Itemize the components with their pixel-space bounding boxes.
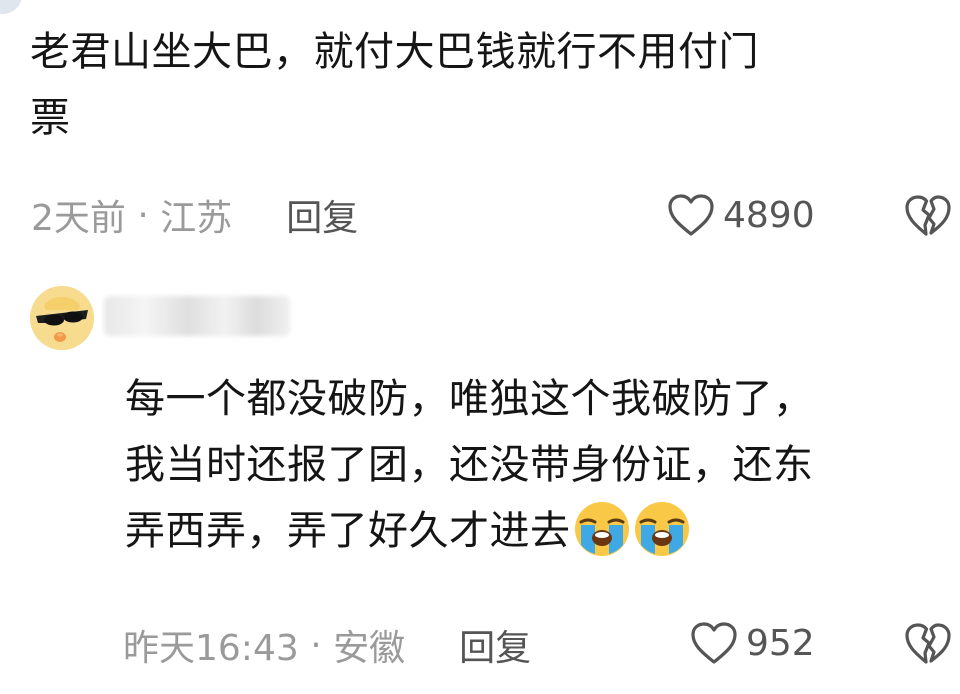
comment-1-line-1: 老君山坐大巴，就付大巴钱就行不用付门 (30, 29, 759, 75)
comment-1-like-button[interactable]: 4890 (667, 192, 815, 238)
comment-2-line-2: 我当时还报了团，还没带身份证，还东 (125, 442, 814, 488)
comment-1-like-count: 4890 (723, 194, 815, 236)
comment-2-like-count: 952 (746, 622, 815, 664)
loudly-crying-face-icon (633, 500, 691, 578)
comment-2-line-3-text: 弄西弄，弄了好久才进去 (125, 508, 571, 554)
avatar-image (30, 286, 94, 350)
comment-1-reply-button[interactable]: 回复 (286, 189, 358, 241)
user-avatar[interactable] (30, 286, 94, 350)
prev-avatar-fragment[interactable] (0, 0, 22, 14)
broken-heart-icon (905, 623, 951, 664)
comment-2-reply-button[interactable]: 回复 (459, 619, 531, 671)
comment-2-separator: · (298, 624, 334, 666)
comment-2-meta: 昨天16:43 · 安徽 回复 (123, 619, 531, 671)
loudly-crying-face-icon (573, 500, 631, 578)
comment-1-location: 江苏 (160, 198, 233, 239)
comment-2-dislike-button[interactable] (904, 622, 952, 670)
comment-1-text: 老君山坐大巴，就付大巴钱就行不用付门 票 (30, 19, 930, 151)
username-blurred[interactable] (104, 296, 290, 336)
comment-2-location: 安徽 (333, 628, 406, 669)
comment-2-line-3: 弄西弄，弄了好久才进去 (125, 498, 960, 578)
comment-1-separator: · (125, 194, 161, 236)
comment-1-line-2: 票 (30, 95, 71, 141)
comment-1-dislike-button[interactable] (904, 194, 952, 242)
comment-2-text: 每一个都没破防，唯独这个我破防了， 我当时还报了团，还没带身份证，还东 弄西弄，… (125, 366, 960, 578)
heart-icon (668, 194, 714, 236)
comment-1-meta: 2天前 · 江苏 回复 (31, 189, 358, 241)
comment-2-line-1: 每一个都没破防，唯独这个我破防了， (125, 376, 814, 422)
comment-2-time: 昨天16:43 (123, 628, 299, 669)
comment-2-like-button[interactable]: 952 (690, 620, 815, 666)
comment-1-time: 2天前 (31, 198, 126, 239)
broken-heart-icon (905, 195, 951, 236)
heart-icon (691, 622, 737, 664)
